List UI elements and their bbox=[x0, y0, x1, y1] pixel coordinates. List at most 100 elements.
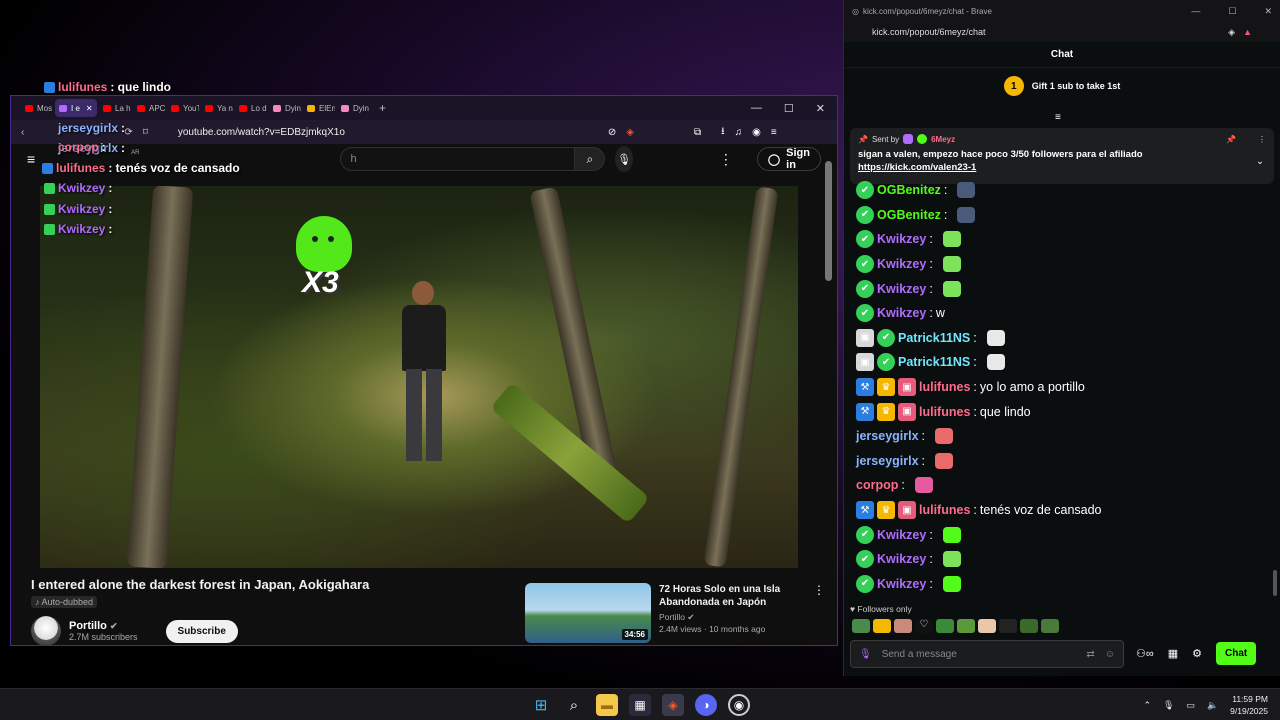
tab[interactable]: La h bbox=[99, 99, 131, 117]
chat-username[interactable]: Kwikzey bbox=[877, 282, 926, 296]
tab[interactable]: APC bbox=[133, 99, 165, 117]
settings-icon[interactable]: ⚙ bbox=[1192, 647, 1202, 660]
chat-username[interactable]: Kwikzey bbox=[877, 257, 926, 271]
more-options-icon[interactable]: ⋮ bbox=[813, 583, 825, 643]
emote[interactable] bbox=[894, 619, 912, 633]
tab[interactable]: YouT bbox=[167, 99, 199, 117]
chat-username[interactable]: Kwikzey bbox=[877, 306, 926, 320]
translate-icon[interactable]: ⇄ bbox=[1086, 649, 1094, 660]
emote[interactable] bbox=[852, 619, 870, 633]
chat-url[interactable]: kick.com/popout/6meyz/chat bbox=[872, 27, 986, 37]
scrollbar[interactable] bbox=[825, 161, 832, 281]
tab[interactable]: ElEn bbox=[303, 99, 335, 117]
tab[interactable]: Ya n bbox=[201, 99, 233, 117]
reload-icon[interactable]: ⟳ bbox=[124, 127, 132, 138]
tab[interactable]: Dyin bbox=[337, 99, 369, 117]
store-icon[interactable]: ▦ bbox=[629, 694, 651, 716]
discord-icon[interactable]: ◑ bbox=[695, 694, 717, 716]
brave-shield-icon[interactable]: ◈ bbox=[1228, 27, 1235, 38]
emote[interactable]: ♡ bbox=[915, 619, 933, 633]
microphone-icon[interactable]: 🎙 bbox=[1163, 700, 1174, 711]
search-input[interactable]: h bbox=[339, 147, 576, 171]
chat-username[interactable]: Patrick11NS bbox=[898, 355, 970, 369]
network-icon[interactable]: ▭ bbox=[1186, 700, 1195, 711]
close-icon[interactable]: ✕ bbox=[1264, 6, 1272, 17]
hamburger-icon[interactable]: ≡ bbox=[27, 151, 35, 167]
new-tab-icon[interactable]: + bbox=[379, 101, 386, 115]
download-icon[interactable]: ⭳ bbox=[721, 124, 725, 141]
url-field[interactable]: youtube.com/watch?v=EDBzjmkqX1o bbox=[178, 127, 598, 138]
chat-username[interactable]: Kwikzey bbox=[877, 577, 926, 591]
unpin-icon[interactable]: 📌 bbox=[1226, 135, 1236, 144]
gift-sub-banner[interactable]: 1 Gift 1 sub to take 1st bbox=[844, 68, 1280, 104]
tab[interactable]: Dyin bbox=[269, 99, 301, 117]
emote[interactable] bbox=[1020, 619, 1038, 633]
maximize-icon[interactable]: ☐ bbox=[784, 102, 794, 115]
emote[interactable] bbox=[999, 619, 1017, 633]
chat-username[interactable]: lulifunes bbox=[919, 380, 970, 394]
users-icon[interactable]: ⚇∞ bbox=[1136, 647, 1154, 660]
message-input[interactable]: 🎙 Send a message ⇄ ☺ bbox=[850, 640, 1124, 668]
maximize-icon[interactable]: ☐ bbox=[1228, 6, 1236, 17]
emote[interactable] bbox=[957, 619, 975, 633]
store-icon[interactable]: ▦ bbox=[1168, 647, 1178, 660]
recommended-video[interactable]: 34:56 72 Horas Solo en una Isla Abandona… bbox=[525, 583, 825, 643]
windows-start-icon[interactable]: ⊞ bbox=[530, 694, 552, 716]
tab[interactable]: Mos bbox=[21, 99, 53, 117]
chat-username[interactable]: OGBenitez bbox=[877, 183, 941, 197]
search-button[interactable]: ⌕ bbox=[575, 147, 606, 171]
search-icon[interactable]: ⌕ bbox=[563, 694, 585, 716]
tab[interactable]: Lo d bbox=[235, 99, 267, 117]
subscribe-button[interactable]: Subscribe bbox=[165, 619, 238, 643]
chat-username[interactable]: Kwikzey bbox=[877, 528, 926, 542]
chat-username[interactable]: OGBenitez bbox=[877, 208, 941, 222]
emote[interactable] bbox=[1041, 619, 1059, 633]
chat-scrollbar[interactable] bbox=[1273, 570, 1277, 596]
video-player[interactable]: X3 bbox=[40, 186, 798, 568]
clock[interactable]: 11:59 PM 9/19/2025 bbox=[1230, 693, 1268, 717]
shield-off-icon[interactable]: ⊘ bbox=[608, 127, 616, 138]
minimize-icon[interactable]: — bbox=[751, 102, 762, 115]
back-icon[interactable]: ‹ bbox=[21, 127, 24, 138]
picture-in-picture-icon[interactable]: ⧉ bbox=[694, 127, 701, 138]
chat-username[interactable]: lulifunes bbox=[919, 405, 970, 419]
voice-search-button[interactable]: 🎙 bbox=[615, 146, 633, 172]
microphone-icon[interactable]: 🎙 bbox=[859, 649, 872, 660]
channel-name[interactable]: Portillo ✔ bbox=[69, 620, 138, 632]
brave-browser-icon[interactable]: ◈ bbox=[662, 694, 684, 716]
emote[interactable] bbox=[936, 619, 954, 633]
close-tab-icon[interactable]: ✕ bbox=[86, 104, 93, 113]
chevron-down-icon[interactable]: ⌄ bbox=[1256, 156, 1264, 167]
recommended-thumbnail[interactable]: 34:56 bbox=[525, 583, 651, 643]
rewards-icon[interactable]: ▲ bbox=[1243, 27, 1252, 37]
chat-username[interactable]: Kwikzey bbox=[877, 552, 926, 566]
emote[interactable] bbox=[978, 619, 996, 633]
chat-username[interactable]: lulifunes bbox=[919, 503, 970, 517]
chat-username[interactable]: Kwikzey bbox=[877, 232, 926, 246]
recommended-title[interactable]: 72 Horas Solo en una Isla Abandonada en … bbox=[659, 583, 823, 609]
menu-icon[interactable]: ≡ bbox=[771, 127, 777, 138]
emote[interactable] bbox=[873, 619, 891, 633]
music-icon[interactable]: ♫ bbox=[735, 127, 743, 138]
sign-in-button[interactable]: ◯ Sign in bbox=[756, 147, 821, 171]
chat-username[interactable]: jerseygirlx bbox=[856, 454, 919, 468]
bookmark-icon[interactable]: ⌑ bbox=[143, 127, 148, 138]
more-options-icon[interactable]: ⋮ bbox=[719, 151, 733, 168]
obs-icon[interactable]: ◉ bbox=[728, 694, 750, 716]
send-chat-button[interactable]: Chat bbox=[1215, 642, 1257, 665]
chat-username[interactable]: corpop bbox=[856, 478, 898, 492]
more-options-icon[interactable]: ⋮ bbox=[1258, 135, 1266, 144]
tab-active[interactable]: I e ✕ bbox=[55, 99, 97, 117]
file-explorer-icon[interactable]: ▬ bbox=[596, 694, 618, 716]
collapse-icon[interactable]: ≡ bbox=[1055, 112, 1061, 123]
chevron-up-icon[interactable]: ⌃ bbox=[1143, 700, 1151, 711]
chat-username[interactable]: Patrick11NS bbox=[898, 331, 970, 345]
emoji-icon[interactable]: ☺ bbox=[1105, 649, 1115, 660]
vpn-icon[interactable]: ◉ bbox=[752, 127, 761, 138]
minimize-icon[interactable]: — bbox=[1191, 6, 1200, 17]
pinned-link[interactable]: https://kick.com/valen23-1 bbox=[858, 162, 1266, 173]
brave-shield-icon[interactable]: ◈ bbox=[626, 127, 634, 138]
channel-avatar[interactable] bbox=[31, 616, 61, 646]
chat-username[interactable]: jerseygirlx bbox=[856, 429, 919, 443]
volume-icon[interactable]: 🔈 bbox=[1207, 700, 1218, 711]
